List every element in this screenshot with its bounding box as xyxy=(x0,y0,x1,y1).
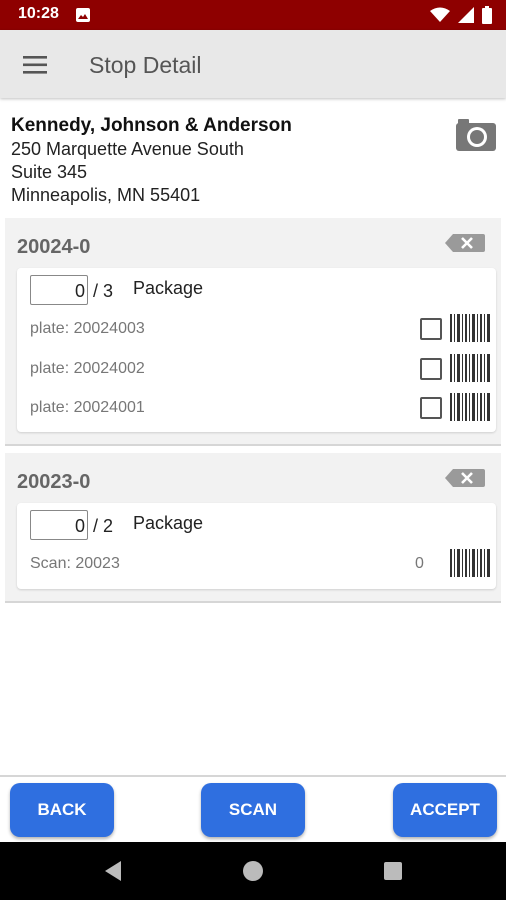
menu-icon[interactable] xyxy=(20,51,50,79)
plate-checkbox[interactable] xyxy=(420,358,442,380)
nav-back-icon[interactable] xyxy=(103,860,123,882)
status-icons xyxy=(430,6,492,24)
footer-divider xyxy=(0,775,506,777)
package-type: Package xyxy=(133,513,204,533)
stop-address: Kennedy, Johnson & Anderson 250 Marquett… xyxy=(11,114,292,207)
plate-label: plate: 20024002 xyxy=(30,360,145,377)
address-line-2: Suite 345 xyxy=(11,162,88,182)
address-line-1: 250 Marquette Avenue South xyxy=(11,139,244,159)
quantity-input[interactable]: 0 xyxy=(30,510,88,540)
order-id: 20024-0 xyxy=(17,236,91,258)
scan-button[interactable]: SCAN xyxy=(201,783,305,837)
scan-count: 0 xyxy=(415,555,424,572)
order-card: 20024-0 0 / 3 Package plate: 20024003 pl… xyxy=(5,218,501,446)
scan-label: Scan: 20023 xyxy=(30,555,120,572)
delete-icon[interactable] xyxy=(445,233,485,253)
package-type: Package xyxy=(133,278,204,298)
quantity-total: / 2 xyxy=(93,516,114,536)
customer-name: Kennedy, Johnson & Anderson xyxy=(11,115,292,136)
app-bar: Stop Detail xyxy=(0,30,506,98)
quantity-input[interactable]: 0 xyxy=(30,275,88,305)
page-title: Stop Detail xyxy=(89,52,202,78)
quantity-total: / 3 xyxy=(93,281,114,301)
plate-checkbox[interactable] xyxy=(420,318,442,340)
barcode-icon[interactable] xyxy=(450,354,490,382)
system-nav-bar xyxy=(0,842,506,900)
back-button[interactable]: BACK xyxy=(10,783,114,837)
plate-label: plate: 20024003 xyxy=(30,320,145,337)
barcode-icon[interactable] xyxy=(450,549,490,577)
wifi-icon xyxy=(430,7,450,22)
nav-recents-icon[interactable] xyxy=(383,861,403,881)
nav-home-icon[interactable] xyxy=(241,859,265,883)
plate-checkbox[interactable] xyxy=(420,397,442,419)
barcode-icon[interactable] xyxy=(450,393,490,421)
status-bar: 10:28 xyxy=(0,0,506,30)
battery-icon xyxy=(482,6,492,24)
camera-icon[interactable] xyxy=(455,118,497,154)
package-panel: 0 / 2 Package Scan: 20023 0 xyxy=(17,503,496,589)
status-time: 10:28 xyxy=(18,5,59,22)
signal-icon xyxy=(458,7,474,23)
accept-button[interactable]: ACCEPT xyxy=(393,783,497,837)
barcode-icon[interactable] xyxy=(450,314,490,342)
delete-icon[interactable] xyxy=(445,468,485,488)
image-notification-icon xyxy=(76,8,90,22)
plate-label: plate: 20024001 xyxy=(30,399,145,416)
address-line-3: Minneapolis, MN 55401 xyxy=(11,185,201,205)
package-panel: 0 / 3 Package plate: 20024003 plate: 200… xyxy=(17,268,496,432)
order-id: 20023-0 xyxy=(17,471,91,493)
order-card: 20023-0 0 / 2 Package Scan: 20023 0 xyxy=(5,453,501,603)
